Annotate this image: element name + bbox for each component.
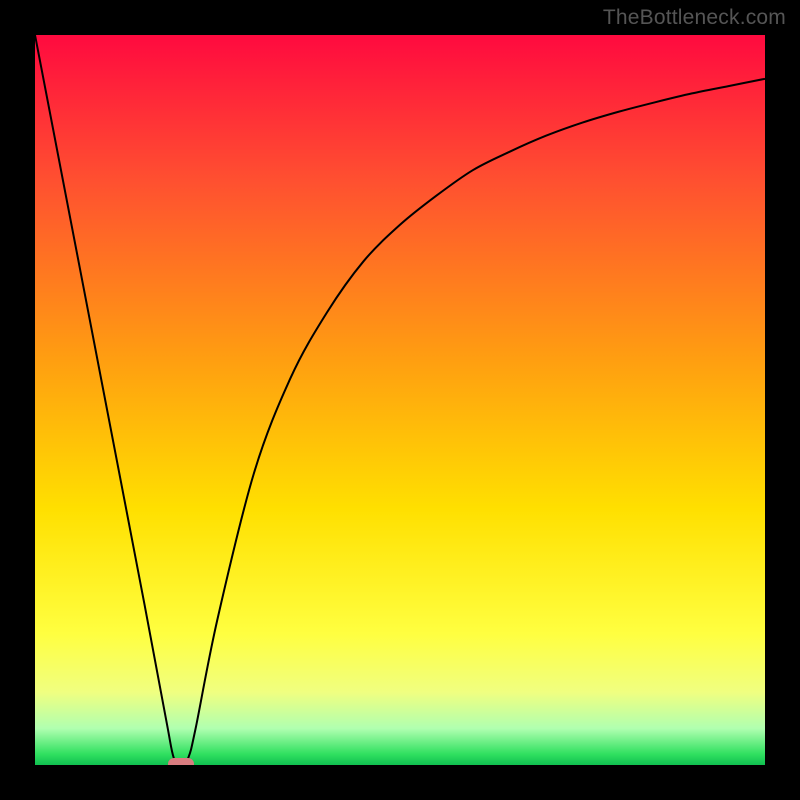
watermark-text: TheBottleneck.com: [603, 6, 786, 30]
chart-frame: TheBottleneck.com: [0, 0, 800, 800]
plot-area: [35, 35, 765, 765]
optimal-point-marker: [168, 758, 194, 765]
gradient-background: [35, 35, 765, 765]
chart-svg: [35, 35, 765, 765]
